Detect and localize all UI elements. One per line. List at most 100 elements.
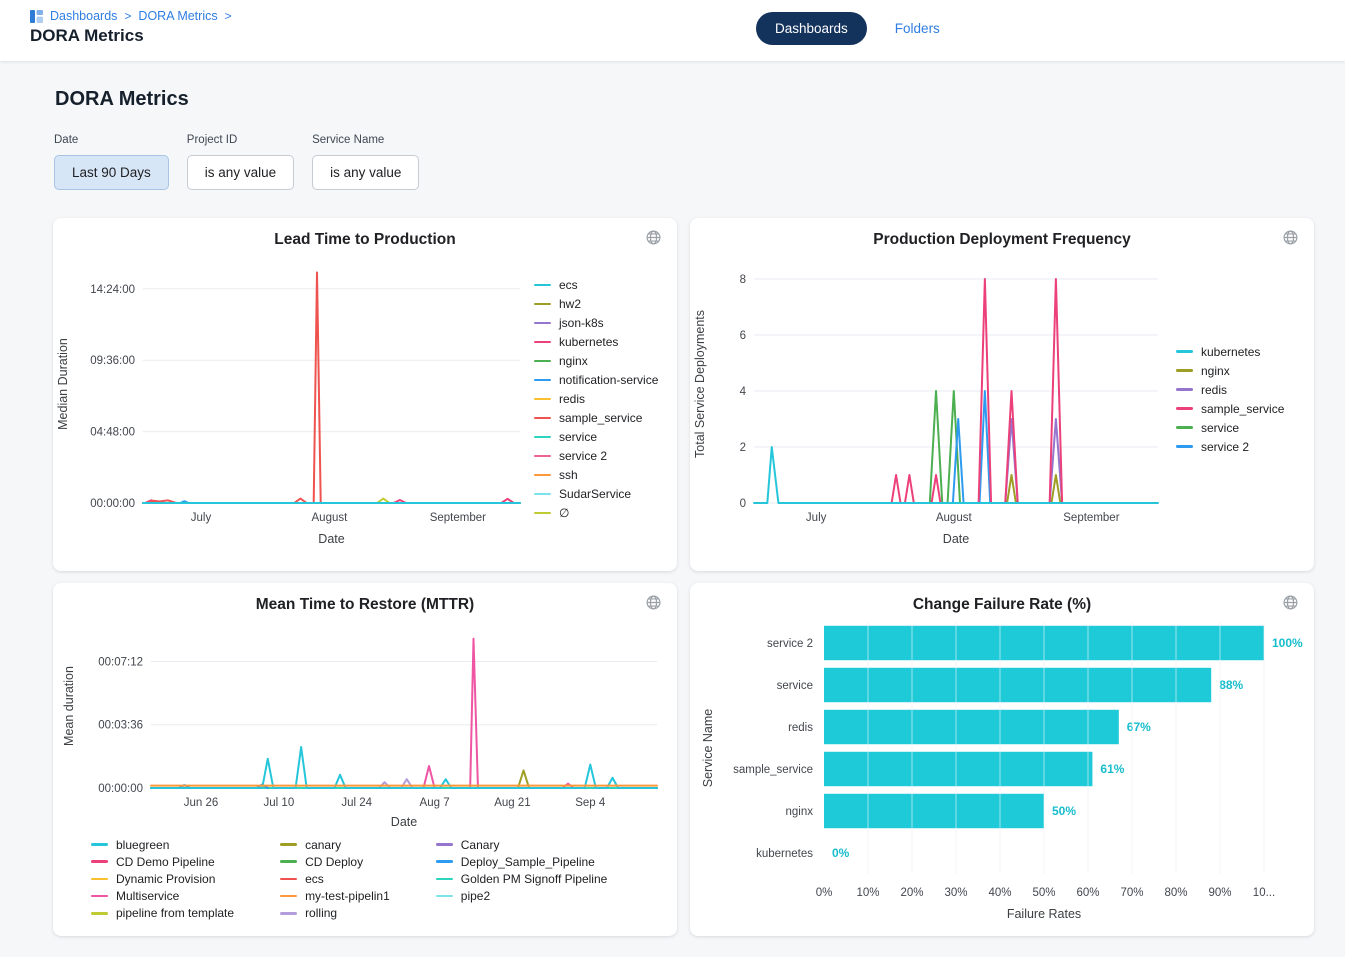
legend-swatch [534, 455, 551, 458]
legend-item[interactable]: notification-service [534, 373, 658, 387]
legend-item[interactable]: ecs [534, 278, 658, 292]
legend-item[interactable]: pipe2 [436, 889, 608, 903]
legend-label: nginx [1201, 364, 1230, 378]
svg-text:Jun 26: Jun 26 [184, 797, 219, 809]
svg-text:service 2: service 2 [767, 638, 813, 650]
legend-item[interactable]: sample_service [534, 411, 658, 425]
deployment-frequency-chart[interactable]: 02468JulyAugustSeptemberDateTotal Servic… [690, 249, 1170, 549]
legend-swatch [534, 512, 551, 515]
legend-item[interactable]: redis [1176, 383, 1284, 397]
legend-item[interactable]: Deploy_Sample_Pipeline [436, 855, 608, 869]
legend-item[interactable]: nginx [534, 354, 658, 368]
tab-folders[interactable]: Folders [895, 21, 940, 36]
card-lead-time-to-production: Lead Time to Production 00:00:0004:48:00… [53, 218, 677, 571]
legend-item[interactable]: redis [534, 392, 658, 406]
svg-text:90%: 90% [1208, 887, 1231, 899]
filter-project-id-value-button[interactable]: is any value [187, 155, 294, 190]
svg-text:10%: 10% [856, 887, 879, 899]
tab-dashboards[interactable]: Dashboards [756, 12, 867, 45]
svg-text:July: July [191, 512, 212, 524]
legend-swatch [436, 843, 453, 846]
legend-label: ssh [559, 468, 578, 482]
legend-swatch [1176, 426, 1193, 429]
globe-icon[interactable] [1280, 592, 1301, 616]
legend-swatch [280, 878, 297, 881]
legend-item[interactable]: Golden PM Signoff Pipeline [436, 872, 608, 886]
svg-text:0: 0 [740, 498, 746, 510]
legend-item[interactable]: SudarService [534, 487, 658, 501]
filter-date-value-button[interactable]: Last 90 Days [54, 155, 169, 190]
filter-service-name-label: Service Name [312, 134, 419, 146]
legend-label: sample_service [1201, 402, 1284, 416]
globe-icon[interactable] [643, 592, 664, 616]
svg-text:88%: 88% [1219, 678, 1243, 692]
legend-item[interactable]: nginx [1176, 364, 1284, 378]
legend-item[interactable]: CD Demo Pipeline [91, 855, 234, 869]
svg-text:30%: 30% [944, 887, 967, 899]
legend-label: Multiservice [116, 889, 179, 903]
svg-text:70%: 70% [1120, 887, 1143, 899]
breadcrumb-link-dashboards[interactable]: Dashboards [50, 9, 117, 23]
legend-item[interactable]: sample_service [1176, 402, 1284, 416]
svg-text:nginx: nginx [786, 806, 814, 818]
svg-text:100%: 100% [1272, 636, 1303, 650]
legend-item[interactable]: ssh [534, 468, 658, 482]
chart-title-deployment-frequency: Production Deployment Frequency [690, 218, 1314, 249]
legend-swatch [436, 860, 453, 863]
svg-text:Jul 24: Jul 24 [341, 797, 372, 809]
legend-item[interactable]: ecs [280, 872, 390, 886]
filter-bar: Date Last 90 Days Project ID is any valu… [54, 134, 1345, 190]
legend-swatch [280, 843, 297, 846]
dashboards-grid-icon [30, 10, 43, 23]
svg-text:09:36:00: 09:36:00 [90, 355, 135, 367]
lead-time-chart[interactable]: 00:00:0004:48:0009:36:0014:24:00JulyAugu… [53, 249, 528, 549]
page-title: DORA Metrics [55, 88, 1345, 111]
legend-item[interactable]: ∅ [534, 506, 658, 520]
svg-text:Aug 21: Aug 21 [494, 797, 530, 809]
svg-text:14:24:00: 14:24:00 [90, 284, 135, 296]
legend-item[interactable]: service 2 [1176, 440, 1284, 454]
svg-text:61%: 61% [1100, 762, 1124, 776]
legend-item[interactable]: json-k8s [534, 316, 658, 330]
legend-item[interactable]: service 2 [534, 449, 658, 463]
legend-item[interactable]: canary [280, 838, 390, 852]
legend-label: service 2 [559, 449, 607, 463]
mttr-chart[interactable]: 00:00:0000:03:3600:07:12Jun 26Jul 10Jul … [59, 614, 671, 832]
view-tabs: Dashboards Folders [756, 12, 940, 45]
legend-label: pipe2 [461, 889, 490, 903]
svg-text:Date: Date [391, 815, 417, 829]
legend-label: Golden PM Signoff Pipeline [461, 872, 608, 886]
svg-text:sample_service: sample_service [733, 764, 813, 776]
change-failure-rate-chart[interactable]: service 2100%service88%redis67%sample_se… [696, 614, 1308, 926]
legend-label: service 2 [1201, 440, 1249, 454]
legend-swatch [91, 860, 108, 863]
legend-item[interactable]: Multiservice [91, 889, 234, 903]
legend-item[interactable]: pipeline from template [91, 906, 234, 920]
legend-item[interactable]: my-test-pipelin1 [280, 889, 390, 903]
top-header: Dashboards > DORA Metrics > DORA Metrics… [0, 0, 1345, 61]
legend-item[interactable]: hw2 [534, 297, 658, 311]
globe-icon[interactable] [1280, 227, 1301, 251]
legend-label: redis [1201, 383, 1227, 397]
svg-text:Date: Date [318, 532, 344, 546]
legend-item[interactable]: Dynamic Provision [91, 872, 234, 886]
legend-label: service [559, 430, 597, 444]
svg-text:Jul 10: Jul 10 [264, 797, 295, 809]
svg-text:Failure Rates: Failure Rates [1007, 907, 1081, 921]
legend-swatch [534, 436, 551, 439]
legend-item[interactable]: service [1176, 421, 1284, 435]
legend-item[interactable]: rolling [280, 906, 390, 920]
legend-item[interactable]: bluegreen [91, 838, 234, 852]
svg-text:04:48:00: 04:48:00 [90, 427, 135, 439]
legend-item[interactable]: kubernetes [1176, 345, 1284, 359]
globe-icon[interactable] [643, 227, 664, 251]
legend-item[interactable]: service [534, 430, 658, 444]
legend-swatch [534, 303, 551, 306]
legend-swatch [91, 895, 108, 898]
filter-service-name-value-button[interactable]: is any value [312, 155, 419, 190]
legend-item[interactable]: Canary [436, 838, 608, 852]
legend-item[interactable]: CD Deploy [280, 855, 390, 869]
breadcrumb-link-dora-metrics[interactable]: DORA Metrics [138, 9, 217, 23]
legend-label: my-test-pipelin1 [305, 889, 390, 903]
legend-item[interactable]: kubernetes [534, 335, 658, 349]
